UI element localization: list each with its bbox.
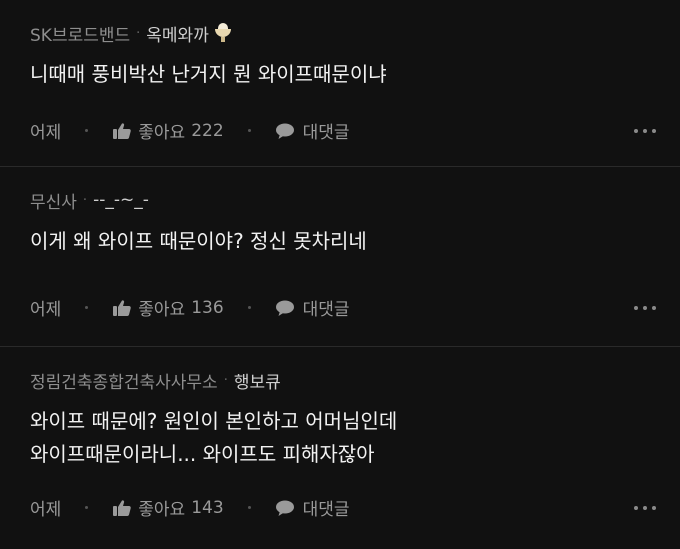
like-label: 좋아요 [138,500,186,520]
comment-item: 무신사 · --_-~_- 이게 왜 와이프 때문이야? 정신 못차리네 어제 … [0,167,680,347]
comment-body: 와이프 때문에? 원인이 본인하고 어머님인데 와이프때문이라니... 와이프도… [30,405,656,471]
comment-line: 와이프 때문에? 원인이 본인하고 어머님인데 [30,409,398,433]
like-label: 좋아요 [138,123,186,143]
comment-actions: 어제 좋아요 136 대댓글 [30,295,656,320]
like-button[interactable]: 좋아요 143 [112,495,224,520]
speech-bubble-icon [275,300,294,316]
more-options-button[interactable] [634,305,656,310]
author-nickname[interactable]: --_-~_- [93,190,149,210]
comment-actions: 어제 좋아요 222 대댓글 [30,118,656,143]
like-count: 143 [191,497,224,518]
speech-bubble-icon [275,123,294,139]
like-count: 136 [191,297,224,318]
author-company[interactable]: 무신사 [30,188,77,213]
speech-bubble-icon [275,500,294,516]
comment-meta: 무신사 · --_-~_- [30,187,656,213]
comment-line: 니때매 풍비박산 난거지 뭔 와이프때문이냐 [30,62,387,86]
reply-button[interactable]: 대댓글 [275,118,350,143]
comment-item: 정림건축종합건축사사무소 · 행보큐 와이프 때문에? 원인이 본인하고 어머님… [0,347,680,549]
dot-separator [247,506,251,509]
comment-meta: 정림건축종합건축사사무소 · 행보큐 [30,367,656,393]
comment-time: 어제 [30,123,62,143]
comment-body: 니때매 풍비박산 난거지 뭔 와이프때문이냐 [30,58,656,91]
dot-separator [85,306,89,309]
like-button[interactable]: 좋아요 136 [112,295,224,320]
more-options-button[interactable] [634,128,656,133]
like-button[interactable]: 좋아요 222 [112,118,224,143]
ice-cream-badge-icon [213,23,233,43]
reply-button[interactable]: 대댓글 [275,495,350,520]
comment-time: 어제 [30,300,62,320]
dot-separator [85,129,89,132]
author-company[interactable]: SK브로드밴드 [30,21,130,46]
like-label: 좋아요 [138,300,186,320]
reply-button[interactable]: 대댓글 [275,295,350,320]
dot-separator [247,129,251,132]
dot-separator [247,306,251,309]
comment-meta: SK브로드밴드 · 옥메와까 [30,20,656,46]
reply-label: 대댓글 [302,123,350,143]
like-count: 222 [191,120,224,141]
comment-actions: 어제 좋아요 143 대댓글 [30,495,656,520]
meta-separator: · [223,372,228,388]
thumbs-up-icon [113,299,132,316]
author-company[interactable]: 정림건축종합건축사사무소 [30,368,218,393]
comment-body: 이게 왜 와이프 때문이야? 정신 못차리네 [30,225,656,258]
reply-label: 대댓글 [302,500,350,520]
comment-time: 어제 [30,500,62,520]
comment-item: SK브로드밴드 · 옥메와까 니때매 풍비박산 난거지 뭔 와이프때문이냐 어제… [0,0,680,167]
author-nickname[interactable]: 옥메와까 [146,21,209,46]
meta-separator: · [82,192,88,208]
comment-line: 이게 왜 와이프 때문이야? 정신 못차리네 [30,229,367,253]
dot-separator [85,506,89,509]
reply-label: 대댓글 [302,300,350,320]
thumbs-up-icon [113,499,132,516]
author-nickname[interactable]: 행보큐 [234,368,281,393]
thumbs-up-icon [113,122,132,139]
comment-line: 와이프때문이라니... 와이프도 피해자잖아 [30,442,375,466]
meta-separator: · [136,25,141,41]
more-options-button[interactable] [634,505,656,510]
